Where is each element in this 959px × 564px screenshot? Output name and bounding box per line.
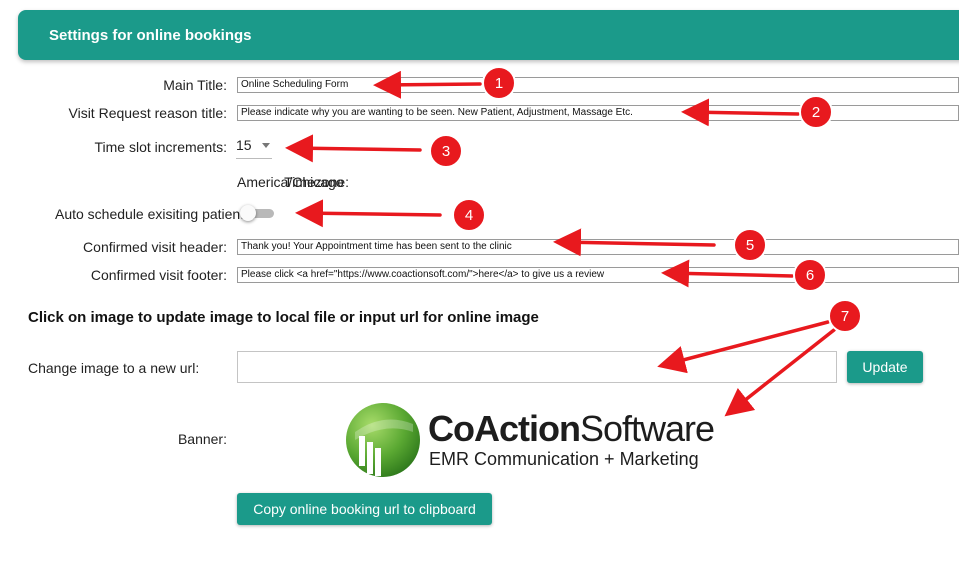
annotation-arrow (553, 228, 716, 257)
annotation-number: 7 (841, 308, 849, 325)
annotation-number: 1 (495, 75, 503, 92)
annotation-arrow (373, 70, 482, 99)
annotation-number: 3 (442, 143, 450, 160)
annotation-arrow (285, 134, 422, 163)
annotation-arrow (681, 98, 800, 127)
annotation-number: 2 (812, 104, 820, 121)
annotation-arrow (661, 259, 794, 288)
annotation-arrow (657, 320, 830, 374)
annotation-arrow (295, 199, 442, 228)
annotation-number: 6 (806, 267, 814, 284)
annotation-number: 4 (465, 207, 473, 224)
annotation-number: 5 (746, 237, 754, 254)
annotation-overlay: 1 2 3 4 5 6 7 (285, 66, 862, 417)
